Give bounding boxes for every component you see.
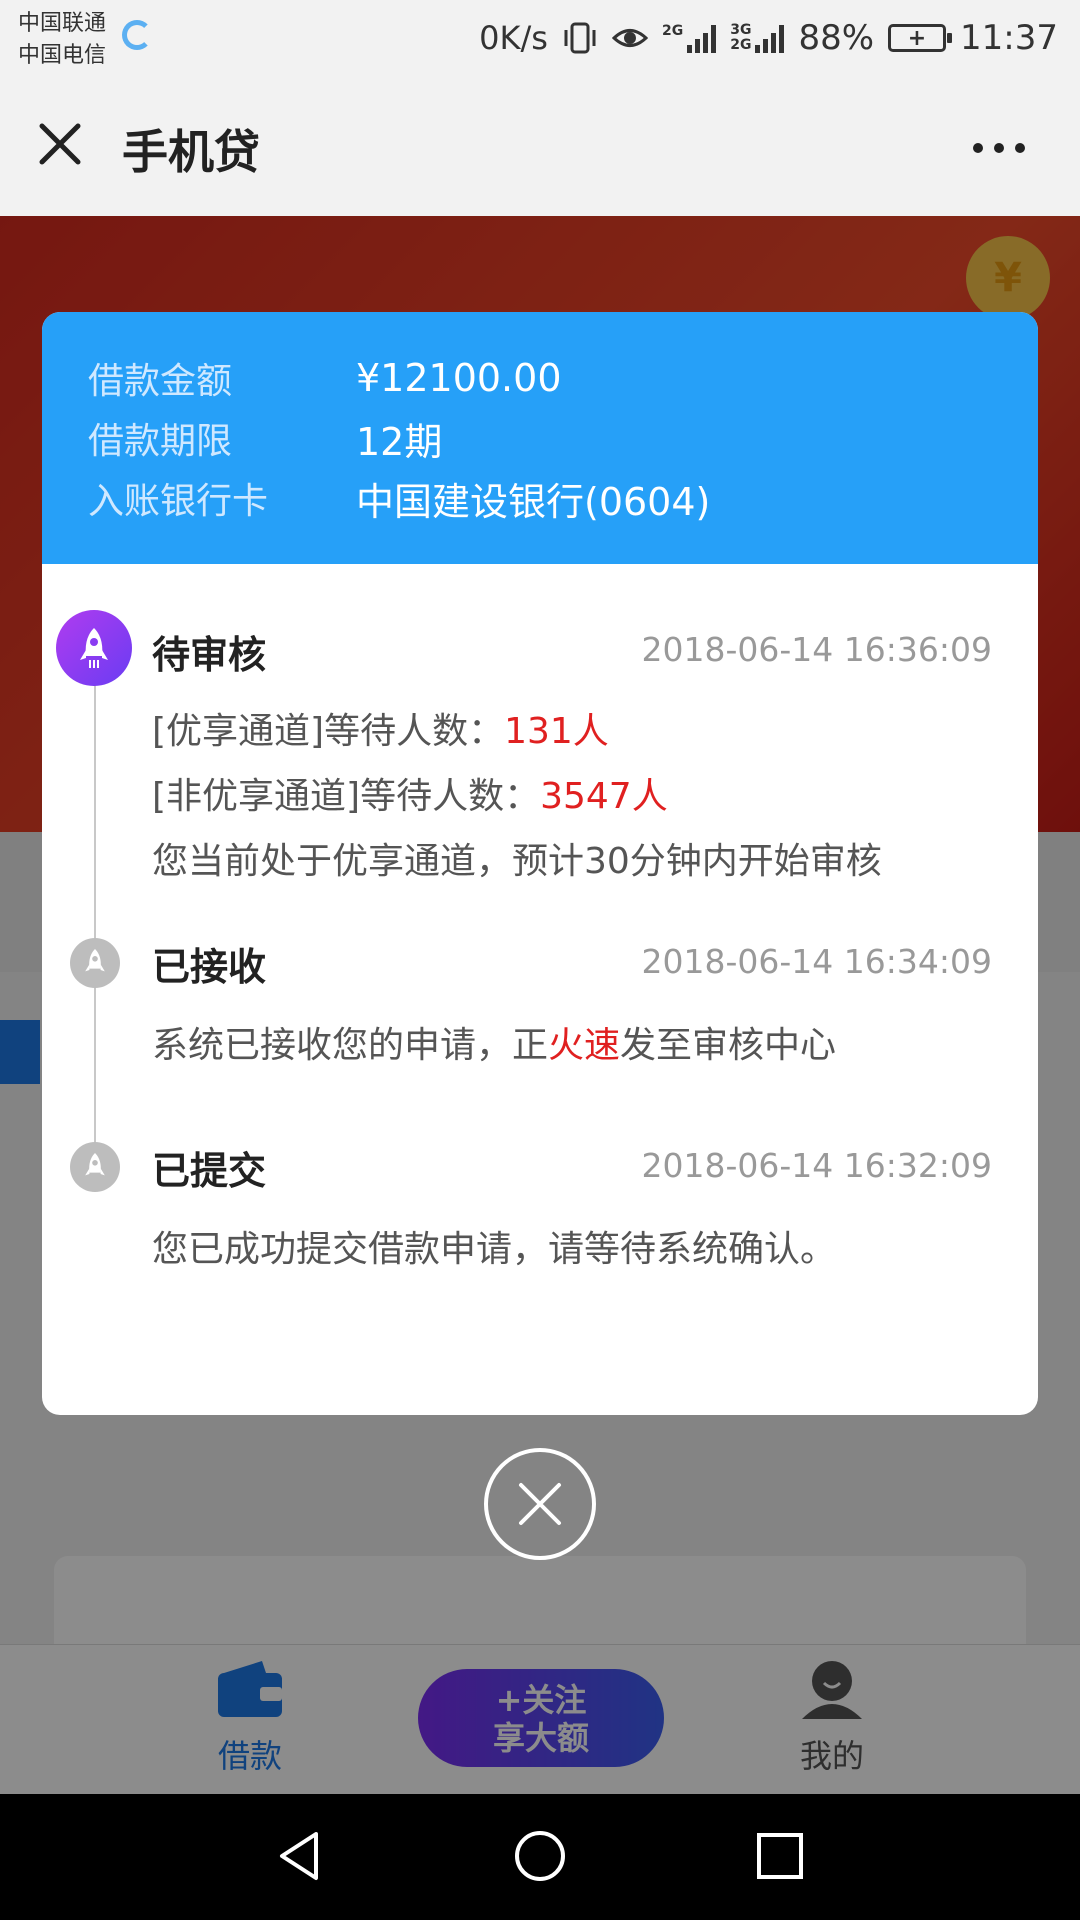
- rocket-icon: [56, 610, 132, 686]
- signal-2: 3G 2G: [730, 23, 785, 53]
- rocket-icon-glyph: [85, 1153, 105, 1176]
- rocket-icon: [70, 938, 120, 988]
- modal-close-button[interactable]: [484, 1448, 596, 1560]
- vibrate-icon: [564, 22, 596, 54]
- rocket-icon: [70, 1142, 120, 1192]
- detail-text: 系统已接收您的申请，正: [152, 1025, 549, 1066]
- more-icon-glyph: [973, 143, 1025, 153]
- back-icon[interactable]: [270, 1826, 330, 1886]
- step-detail: 您已成功提交借款申请，请等待系统确认。: [152, 1229, 837, 1270]
- step-title: 已接收: [152, 945, 267, 989]
- clock: 11:37: [960, 18, 1058, 58]
- info-row-amount: 借款金额 ¥12100.00: [88, 348, 1038, 408]
- status-bar: 中国联通 中国电信 0K/s 2G 3G 2G 88% + 11:37: [0, 0, 1080, 84]
- loading-icon: [122, 20, 152, 50]
- detail-text: [优享通道]等待人数：: [152, 711, 505, 752]
- step-time: 2018-06-14 16:36:09: [641, 630, 992, 669]
- info-row-term: 借款期限 12期: [88, 408, 1038, 468]
- close-icon-glyph: [39, 123, 81, 165]
- recents-icon[interactable]: [750, 1826, 810, 1886]
- waiting-count: 3547人: [540, 776, 668, 817]
- highlight-text: 火速: [548, 1025, 621, 1066]
- rocket-icon-glyph: [85, 949, 105, 972]
- page-title: 手机贷: [122, 125, 260, 179]
- step-time: 2018-06-14 16:34:09: [641, 942, 992, 981]
- system-nav-bar: [0, 1794, 1080, 1920]
- info-label: 入账银行卡: [88, 481, 269, 522]
- status-indicators: 0K/s 2G 3G 2G 88% + 11:37: [479, 14, 1058, 62]
- home-icon[interactable]: [510, 1826, 570, 1886]
- net-speed: 0K/s: [479, 19, 548, 57]
- close-icon: [519, 1483, 561, 1525]
- rocket-icon-glyph: [80, 628, 108, 668]
- loan-status-modal: 借款金额 ¥12100.00 借款期限 12期 入账银行卡 中国建设银行(060…: [42, 312, 1038, 1415]
- battery-percent: 88%: [798, 18, 875, 58]
- carrier-1: 中国联通: [18, 11, 107, 36]
- info-row-bank: 入账银行卡 中国建设银行(0604): [88, 468, 1038, 528]
- signal-1-bars: [687, 23, 717, 53]
- step-detail: [优享通道]等待人数：131人: [152, 702, 609, 754]
- signal-2-label-2g: 2G: [730, 37, 752, 53]
- info-value: 12期: [356, 419, 443, 464]
- loan-info-header: 借款金额 ¥12100.00 借款期限 12期 入账银行卡 中国建设银行(060…: [42, 312, 1038, 564]
- step-title: 待审核: [152, 633, 267, 677]
- close-icon[interactable]: [36, 120, 84, 168]
- signal-2-label-3g: 3G: [730, 22, 752, 38]
- carrier-info: 中国联通 中国电信: [18, 8, 106, 72]
- info-label: 借款期限: [88, 421, 233, 462]
- info-value: ¥12100.00: [356, 356, 562, 400]
- signal-1-label: 2G: [661, 23, 684, 39]
- eye-icon: [611, 29, 648, 47]
- info-label: 借款金额: [88, 361, 233, 402]
- more-icon[interactable]: [972, 124, 1026, 155]
- step-detail: 系统已接收您的申请，正火速发至审核中心: [152, 1016, 836, 1068]
- info-value: 中国建设银行(0604): [356, 479, 711, 524]
- title-bar: 手机贷: [0, 84, 1080, 216]
- timeline-line: [94, 674, 96, 1150]
- detail-text: 发至审核中心: [620, 1025, 837, 1066]
- carrier-2: 中国电信: [18, 43, 107, 68]
- step-time: 2018-06-14 16:32:09: [641, 1146, 992, 1185]
- detail-text: [非优享通道]等待人数：: [152, 776, 541, 817]
- battery-icon: +: [888, 24, 953, 52]
- signal-2-labels: 3G 2G: [730, 23, 751, 53]
- step-detail: [非优享通道]等待人数：3547人: [152, 767, 668, 819]
- waiting-count: 131人: [504, 711, 609, 752]
- step-detail: 您当前处于优享通道，预计30分钟内开始审核: [152, 841, 882, 882]
- step-title: 已提交: [152, 1149, 267, 1193]
- signal-1: 2G: [661, 23, 717, 53]
- signal-2-bars: [755, 23, 785, 53]
